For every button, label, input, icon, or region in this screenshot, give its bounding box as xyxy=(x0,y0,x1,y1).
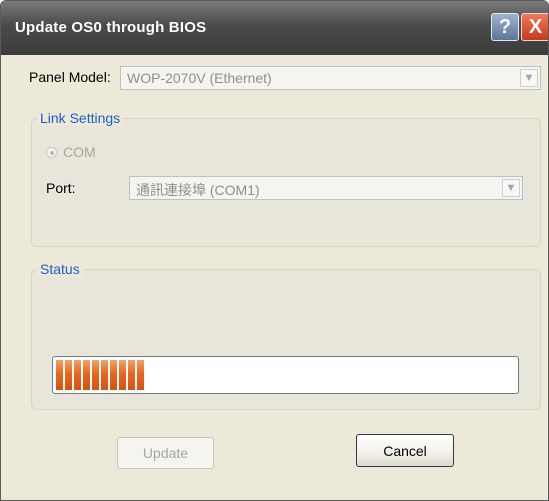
panel-model-label: Panel Model: xyxy=(29,69,111,85)
progress-segment xyxy=(110,360,117,390)
progress-segment xyxy=(101,360,108,390)
progress-segment xyxy=(128,360,135,390)
progress-segment xyxy=(119,360,126,390)
close-icon: X xyxy=(528,15,543,38)
close-button[interactable]: X xyxy=(521,13,548,41)
com-radio-label: COM xyxy=(63,144,96,160)
progress-segment xyxy=(74,360,81,390)
window-title: Update OS0 through BIOS xyxy=(15,19,207,36)
chevron-down-icon: ▼ xyxy=(520,69,538,87)
link-settings-title: Link Settings xyxy=(37,110,124,126)
chevron-down-icon: ▼ xyxy=(502,179,520,197)
progress-fill xyxy=(56,360,144,390)
update-os-dialog: Update OS0 through BIOS ? X Panel Model:… xyxy=(0,0,549,501)
progress-segment xyxy=(83,360,90,390)
com-radio[interactable] xyxy=(46,147,57,158)
cancel-button[interactable]: Cancel xyxy=(356,434,454,467)
panel-model-value: WOP-2070V (Ethernet) xyxy=(127,70,272,86)
port-label: Port: xyxy=(46,180,76,196)
panel-model-select[interactable]: WOP-2070V (Ethernet) ▼ xyxy=(120,66,541,90)
progress-segment xyxy=(92,360,99,390)
progress-bar xyxy=(52,356,519,394)
port-select[interactable]: 通訊連接埠 (COM1) ▼ xyxy=(129,176,523,200)
port-value: 通訊連接埠 (COM1) xyxy=(136,182,260,198)
help-button[interactable]: ? xyxy=(491,13,519,41)
title-bar: Update OS0 through BIOS ? X xyxy=(1,1,548,55)
status-title: Status xyxy=(37,261,83,277)
progress-segment xyxy=(65,360,72,390)
progress-segment xyxy=(137,360,144,390)
progress-segment xyxy=(56,360,63,390)
help-icon: ? xyxy=(498,15,512,38)
update-button[interactable]: Update xyxy=(117,437,214,469)
